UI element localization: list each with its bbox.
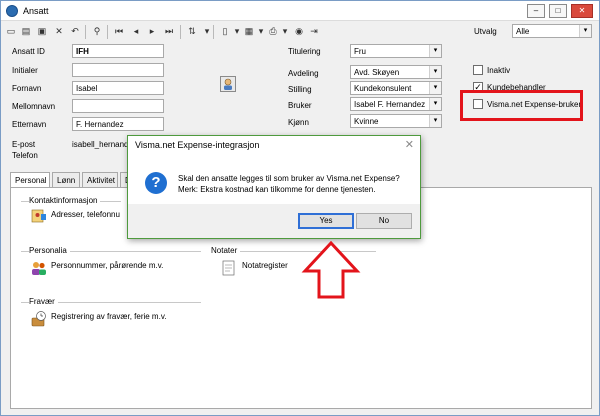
- fravaer-title: Fravær: [29, 297, 58, 306]
- dialog-footer: Yes No: [128, 204, 420, 238]
- toolbar-separator: [213, 25, 214, 39]
- chevron-down-icon[interactable]: ▾: [279, 25, 291, 37]
- kjonn-select[interactable]: Kvinne ▾: [350, 114, 442, 128]
- no-button[interactable]: No: [356, 213, 412, 229]
- chevron-down-icon[interactable]: ▾: [579, 25, 591, 37]
- window-title: Ansatt: [23, 6, 49, 16]
- highlight-box: [460, 90, 583, 121]
- fornavn-field[interactable]: Isabel: [72, 81, 164, 95]
- help-icon[interactable]: ◉: [293, 25, 305, 37]
- chevron-down-icon[interactable]: ▾: [429, 66, 441, 78]
- print-icon[interactable]: ⎙: [267, 25, 279, 37]
- document-icon[interactable]: ▯: [219, 25, 231, 37]
- maximize-button[interactable]: □: [549, 4, 567, 18]
- dialog-title: Visma.net Expense-integrasjon: [135, 140, 260, 150]
- ansatt-id-field[interactable]: IFH: [72, 44, 164, 58]
- first-icon[interactable]: ⏮: [113, 25, 125, 37]
- last-icon[interactable]: ⏭: [163, 25, 175, 37]
- fravaer-link[interactable]: Registrering av fravær, ferie m.v.: [51, 312, 166, 321]
- close-button[interactable]: ✕: [571, 4, 593, 18]
- chevron-down-icon[interactable]: ▾: [429, 98, 441, 110]
- search-icon[interactable]: ⚲: [91, 25, 103, 37]
- report-icon[interactable]: ▦: [243, 25, 255, 37]
- toolbar-separator: [180, 25, 181, 39]
- stilling-label: Stilling: [288, 85, 312, 94]
- new-icon[interactable]: ▭: [5, 25, 17, 37]
- undo-icon[interactable]: ↶: [69, 25, 81, 37]
- arrow-up-icon: [301, 241, 361, 299]
- exit-icon[interactable]: ⇥: [308, 25, 320, 37]
- etternavn-label: Etternavn: [12, 120, 47, 129]
- sort-icon[interactable]: ⇅: [186, 25, 198, 37]
- clock-briefcase-icon: [31, 311, 46, 327]
- person-icon: [224, 78, 232, 90]
- dialog-message-line1: Skal den ansatte legges til som bruker a…: [178, 174, 400, 183]
- expense-dialog: Visma.net Expense-integrasjon ✕ ? Skal d…: [127, 135, 421, 239]
- title-bar: Ansatt – □ ✕: [1, 1, 599, 21]
- etternavn-field[interactable]: F. Hernandez: [72, 117, 164, 131]
- stilling-select[interactable]: Kundekonsulent ▾: [350, 81, 442, 95]
- fornavn-label: Fornavn: [12, 84, 42, 93]
- photo-button[interactable]: [220, 76, 236, 92]
- mellomnavn-label: Mellomnavn: [12, 102, 56, 111]
- inaktiv-checkbox[interactable]: [473, 65, 483, 75]
- epost-label: E-post: [12, 140, 36, 149]
- bruker-value: Isabel F. Hernandez: [354, 100, 426, 109]
- prev-icon[interactable]: ◂: [130, 25, 142, 37]
- minimize-button[interactable]: –: [527, 4, 545, 18]
- chevron-down-icon[interactable]: ▾: [429, 45, 441, 57]
- avdeling-value: Avd. Skøyen: [354, 68, 400, 77]
- toolbar-separator: [85, 25, 86, 39]
- notater-title: Notater: [211, 246, 241, 255]
- ansatt-id-label: Ansatt ID: [12, 47, 45, 56]
- telefon-label: Telefon: [12, 151, 38, 160]
- next-icon[interactable]: ▸: [146, 25, 158, 37]
- save-icon[interactable]: ▣: [36, 25, 48, 37]
- avdeling-select[interactable]: Avd. Skøyen ▾: [350, 65, 442, 79]
- dialog-close-icon[interactable]: ✕: [405, 138, 414, 151]
- toolbar-separator: [107, 25, 108, 39]
- open-icon[interactable]: ▤: [20, 25, 32, 37]
- notes-icon: [222, 260, 235, 276]
- tab-lonn[interactable]: Lønn: [52, 172, 80, 187]
- kjonn-label: Kjønn: [288, 118, 309, 127]
- kjonn-value: Kvinne: [354, 117, 379, 126]
- personalia-title: Personalia: [29, 246, 70, 255]
- initialer-field[interactable]: [72, 63, 164, 77]
- yes-button[interactable]: Yes: [298, 213, 354, 229]
- inaktiv-label: Inaktiv: [487, 66, 511, 75]
- kontakt-title: Kontaktinformasjon: [29, 196, 101, 205]
- titulering-value: Fru: [354, 47, 366, 56]
- avdeling-label: Avdeling: [288, 69, 319, 78]
- question-icon: ?: [145, 172, 167, 194]
- contact-icon: [31, 209, 46, 223]
- people-icon: [32, 262, 46, 275]
- kontakt-link[interactable]: Adresser, telefonnu: [51, 210, 120, 219]
- bruker-label: Bruker: [288, 101, 312, 110]
- chevron-down-icon[interactable]: ▾: [255, 25, 267, 37]
- initialer-label: Initialer: [12, 66, 38, 75]
- utvalg-select[interactable]: Alle ▾: [512, 24, 592, 38]
- dialog-message-line2: Merk: Ekstra kostnad kan tilkomme for de…: [178, 185, 376, 194]
- chevron-down-icon[interactable]: ▾: [429, 115, 441, 127]
- toolbar: ▭ ▤ ▣ ✕ ↶ ⚲ ⏮ ◂ ▸ ⏭ ⇅ ▾ ▯ ▾ ▦ ▾ ⎙ ▾ ◉ ⇥: [1, 22, 471, 42]
- bruker-select[interactable]: Isabel F. Hernandez ▾: [350, 97, 442, 111]
- stilling-value: Kundekonsulent: [354, 84, 412, 93]
- utvalg-label: Utvalg: [474, 27, 497, 36]
- tab-aktivitet[interactable]: Aktivitet: [82, 172, 118, 187]
- delete-icon[interactable]: ✕: [53, 25, 65, 37]
- chevron-down-icon[interactable]: ▾: [201, 25, 213, 37]
- chevron-down-icon[interactable]: ▾: [231, 25, 243, 37]
- personalia-link[interactable]: Personnummer, pårørende m.v.: [51, 261, 163, 270]
- titulering-select[interactable]: Fru ▾: [350, 44, 442, 58]
- notater-link[interactable]: Notatregister: [242, 261, 288, 270]
- app-icon: [6, 5, 18, 17]
- tab-personal[interactable]: Personal: [10, 172, 50, 188]
- ansatt-window: Ansatt – □ ✕ ▭ ▤ ▣ ✕ ↶ ⚲ ⏮ ◂ ▸ ⏭ ⇅ ▾ ▯ ▾…: [0, 0, 600, 416]
- utvalg-value: Alle: [516, 27, 530, 36]
- mellomnavn-field[interactable]: [72, 99, 164, 113]
- titulering-label: Titulering: [288, 47, 321, 56]
- chevron-down-icon[interactable]: ▾: [429, 82, 441, 94]
